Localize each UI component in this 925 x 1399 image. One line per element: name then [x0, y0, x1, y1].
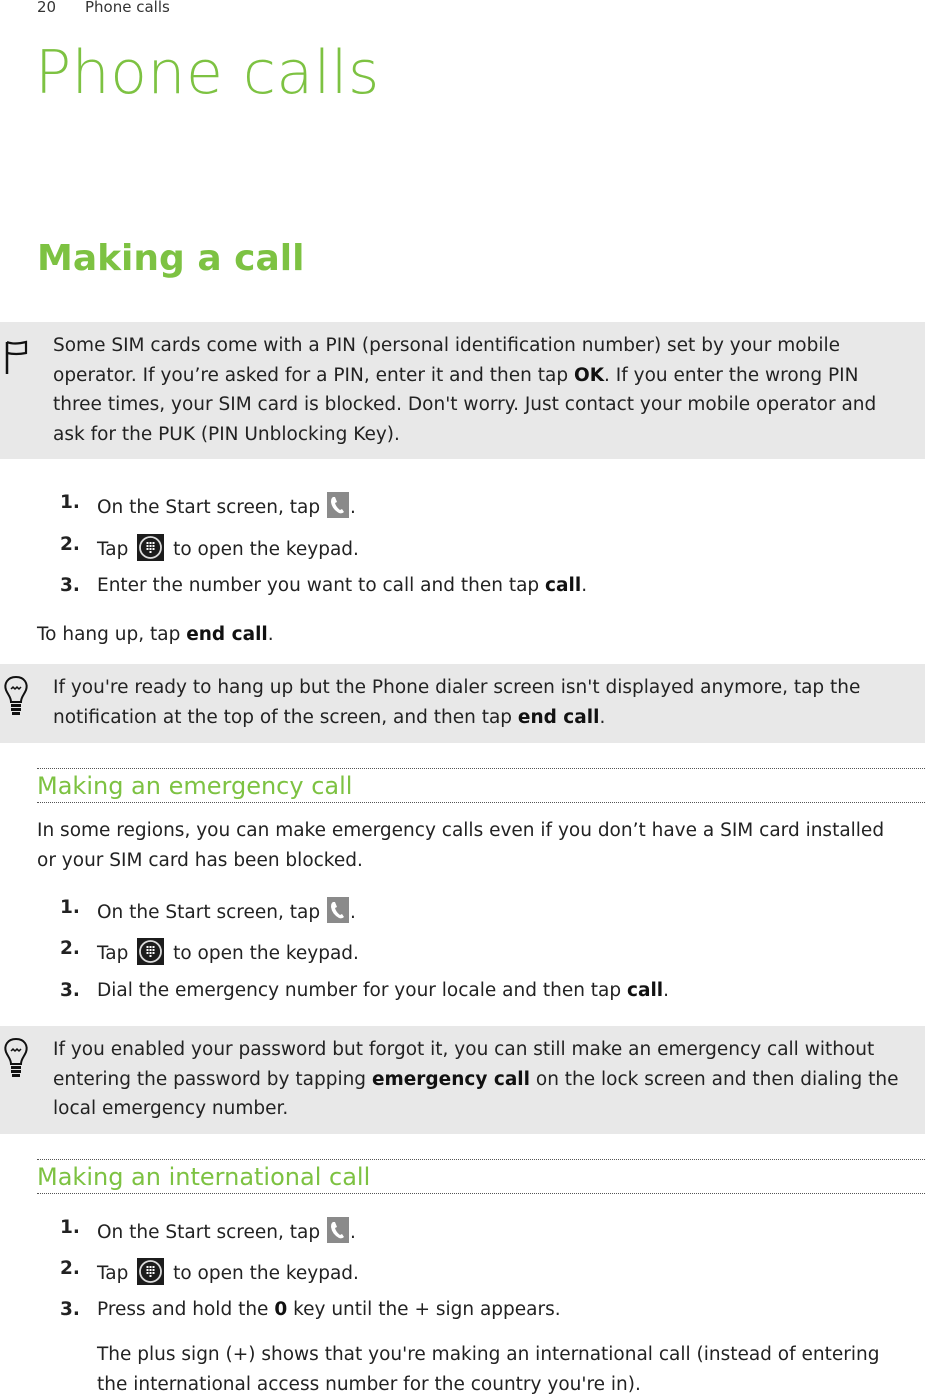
step-text: Tap to open the keypad. — [97, 534, 359, 561]
chapter-title: Phone calls — [35, 38, 380, 108]
divider — [37, 802, 925, 803]
lightbulb-icon — [2, 674, 30, 724]
international-followup: The plus sign (+) shows that you're maki… — [97, 1344, 880, 1395]
flag-icon — [2, 336, 30, 380]
hangup-paragraph: To hang up, tap end call. — [37, 624, 274, 645]
step-text: Dial the emergency number for your local… — [97, 980, 670, 1001]
running-header: 20 Phone calls — [37, 0, 170, 16]
step-text: Tap to open the keypad. — [97, 1258, 359, 1285]
step-text: On the Start screen, tap . — [97, 897, 356, 923]
phone-icon — [326, 1217, 349, 1243]
step-number: 3. — [60, 575, 80, 596]
step-number: 2. — [60, 1258, 80, 1279]
phone-icon — [326, 897, 349, 923]
phone-icon — [326, 492, 349, 518]
sim-pin-note: Some SIM cards come with a PIN (personal… — [0, 322, 925, 459]
step-text: Enter the number you want to call and th… — [97, 575, 588, 596]
emergency-intro: In some regions, you can make emergency … — [37, 820, 885, 871]
step-number: 3. — [60, 980, 80, 1001]
lightbulb-icon — [2, 1036, 30, 1086]
step-number: 2. — [60, 534, 80, 555]
tip-text: If you enabled your password but forgot … — [53, 1039, 899, 1119]
section-heading-emergency-call: Making an emergency call — [37, 772, 353, 800]
step-text: Press and hold the 0 key until the + sig… — [97, 1299, 561, 1320]
running-header-section: Phone calls — [85, 0, 170, 16]
keypad-icon — [137, 534, 165, 561]
step-number: 2. — [60, 938, 80, 959]
step-number: 3. — [60, 1299, 80, 1320]
divider — [37, 1159, 925, 1160]
divider — [37, 1193, 925, 1194]
section-heading-making-a-call: Making a call — [37, 238, 305, 279]
step-number: 1. — [60, 492, 80, 513]
page-number: 20 — [37, 0, 57, 16]
step-number: 1. — [60, 1217, 80, 1238]
step-text: On the Start screen, tap . — [97, 1217, 356, 1243]
keypad-icon — [137, 1258, 165, 1285]
emergency-tip: If you enabled your password but forgot … — [0, 1026, 925, 1134]
keypad-icon — [137, 938, 165, 965]
divider — [37, 768, 925, 769]
step-number: 1. — [60, 897, 80, 918]
note-text: Some SIM cards come with a PIN (personal… — [53, 335, 877, 445]
hangup-tip: If you're ready to hang up but the Phone… — [0, 664, 925, 743]
tip-text: If you're ready to hang up but the Phone… — [53, 677, 861, 728]
step-text: On the Start screen, tap . — [97, 492, 356, 518]
step-text: Tap to open the keypad. — [97, 938, 359, 965]
section-heading-international-call: Making an international call — [37, 1163, 371, 1191]
